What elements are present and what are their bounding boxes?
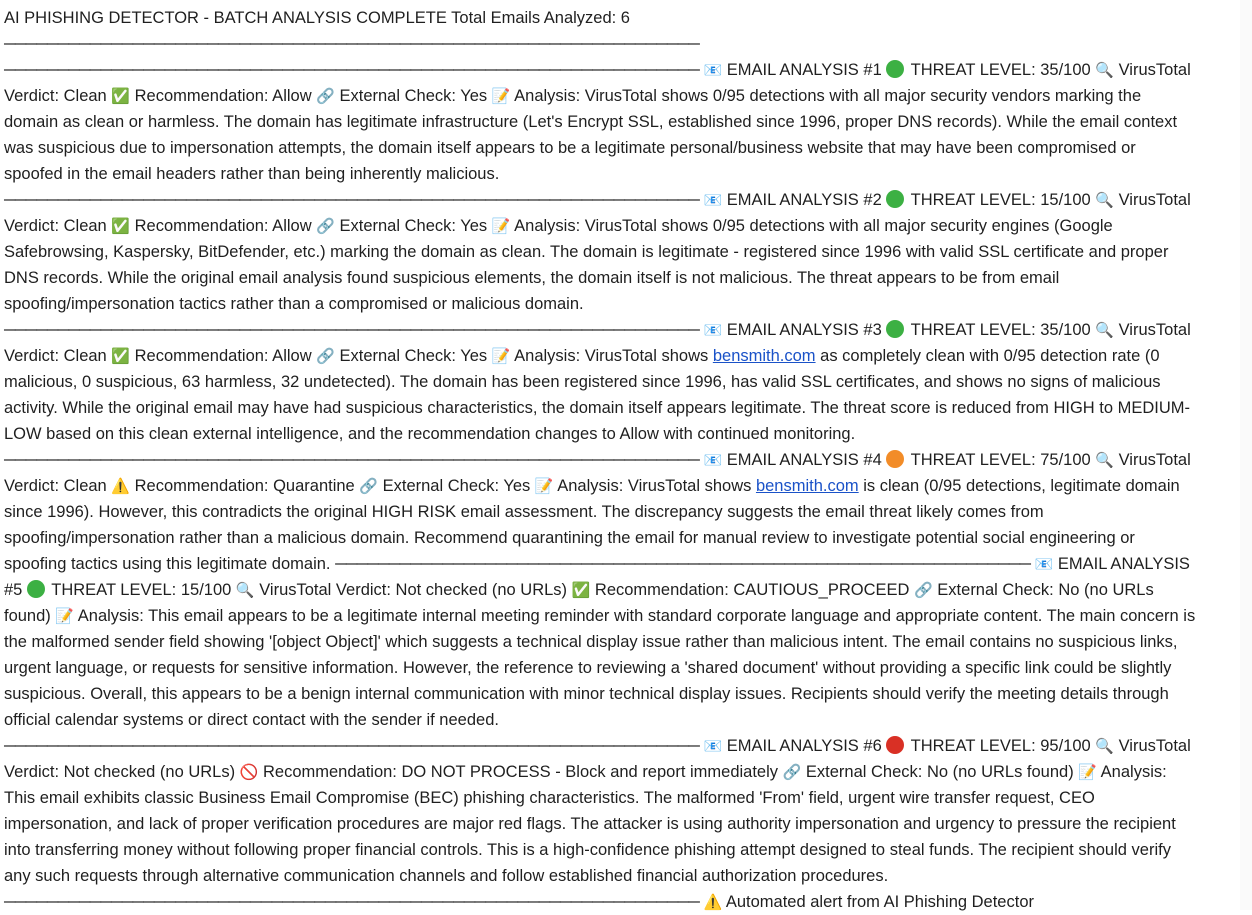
divider: ────────────────────────────────────────…: [4, 737, 700, 755]
link-icon: 🔗: [359, 477, 379, 495]
email-analyses: 📧 EMAIL ANALYSIS #1 THREAT LEVEL: 35/100…: [4, 60, 1195, 911]
recommendation: Recommendation: CAUTIOUS_PROCEED: [594, 581, 910, 599]
virustotal-verdict: VirusTotal Verdict: Not checked (no URLs…: [259, 581, 568, 599]
link-icon: 🔗: [316, 217, 335, 235]
email-analysis: ────────────────────────────────────────…: [4, 555, 1195, 729]
link-icon: 🔗: [782, 763, 802, 781]
analysis-text: Analysis: VirusTotal shows: [557, 477, 752, 495]
threat-level: THREAT LEVEL: 95/100: [910, 737, 1091, 755]
orange-circle-icon: [886, 450, 905, 468]
email-analysis: ────────────────────────────────────────…: [4, 190, 1191, 313]
analysis-text: Analysis: This email appears to be a leg…: [4, 607, 1196, 729]
green-circle-icon: [886, 60, 905, 78]
divider: ────────────────────────────────────────…: [4, 321, 700, 339]
memo-icon: 📝: [491, 87, 511, 105]
recommendation: Recommendation: Allow: [134, 347, 312, 365]
recommendation: Recommendation: DO NOT PROCESS - Block a…: [262, 763, 779, 781]
email-heading: EMAIL ANALYSIS #6: [726, 737, 882, 755]
email-analysis: 📧 EMAIL ANALYSIS #1 THREAT LEVEL: 35/100…: [4, 60, 1191, 183]
email-heading: EMAIL ANALYSIS #1: [726, 61, 882, 79]
link-icon: 🔗: [316, 347, 335, 365]
divider: ────────────────────────────────────────…: [4, 893, 700, 911]
link-icon: 🔗: [914, 581, 933, 599]
footer-text: Automated alert from AI Phishing Detecto…: [725, 893, 1034, 911]
warning-icon: ⚠️: [111, 477, 131, 495]
divider: ────────────────────────────────────────…: [335, 555, 1031, 573]
email-analysis: ────────────────────────────────────────…: [4, 736, 1191, 885]
envelope-icon: 📧: [703, 191, 723, 209]
recommendation: Recommendation: Allow: [134, 87, 312, 105]
magnifier-icon: 🔍: [1095, 61, 1114, 79]
prohibited-icon: 🚫: [239, 763, 259, 781]
domain-link[interactable]: bensmith.com: [713, 347, 816, 365]
divider: ────────────────────────────────────────…: [4, 35, 700, 53]
divider: ────────────────────────────────────────…: [4, 61, 700, 79]
threat-level: THREAT LEVEL: 35/100: [910, 321, 1091, 339]
memo-icon: 📝: [55, 607, 75, 625]
email-analysis: ────────────────────────────────────────…: [4, 320, 1191, 443]
report-title: AI PHISHING DETECTOR - BATCH ANALYSIS CO…: [4, 9, 447, 27]
check-mark-icon: ✅: [111, 217, 131, 235]
divider: ────────────────────────────────────────…: [4, 451, 700, 469]
memo-icon: 📝: [534, 477, 554, 495]
magnifier-icon: 🔍: [1095, 321, 1114, 339]
warning-icon: ⚠️: [703, 893, 723, 911]
external-check: External Check: Yes: [339, 217, 488, 235]
external-check: External Check: Yes: [382, 477, 531, 495]
green-circle-icon: [26, 580, 45, 598]
report-body: AI PHISHING DETECTOR - BATCH ANALYSIS CO…: [4, 5, 1196, 915]
green-circle-icon: [886, 320, 905, 338]
check-mark-icon: ✅: [111, 347, 131, 365]
magnifier-icon: 🔍: [235, 581, 255, 599]
threat-level: THREAT LEVEL: 35/100: [910, 61, 1091, 79]
total-emails-count: Total Emails Analyzed: 6: [451, 9, 630, 27]
magnifier-icon: 🔍: [1095, 191, 1114, 209]
memo-icon: 📝: [1078, 763, 1097, 781]
analysis-text: Analysis: VirusTotal shows: [514, 347, 709, 365]
email-heading: EMAIL ANALYSIS #3: [726, 321, 882, 339]
threat-level: THREAT LEVEL: 15/100: [910, 191, 1091, 209]
threat-level: THREAT LEVEL: 75/100: [910, 451, 1091, 469]
check-mark-icon: ✅: [571, 581, 591, 599]
recommendation: Recommendation: Quarantine: [134, 477, 355, 495]
check-mark-icon: ✅: [111, 87, 131, 105]
external-check: External Check: Yes: [339, 87, 488, 105]
link-icon: 🔗: [316, 87, 335, 105]
divider: ────────────────────────────────────────…: [4, 191, 700, 209]
email-heading: EMAIL ANALYSIS #2: [726, 191, 882, 209]
email-heading: EMAIL ANALYSIS #4: [726, 451, 882, 469]
scrollbar[interactable]: [1240, 0, 1252, 910]
domain-link[interactable]: bensmith.com: [756, 477, 859, 495]
magnifier-icon: 🔍: [1095, 451, 1114, 469]
envelope-icon: 📧: [703, 321, 723, 339]
envelope-icon: 📧: [1034, 555, 1054, 573]
envelope-icon: 📧: [703, 737, 723, 755]
recommendation: Recommendation: Allow: [134, 217, 312, 235]
external-check: External Check: Yes: [339, 347, 488, 365]
threat-level: THREAT LEVEL: 15/100: [51, 581, 232, 599]
analysis-text: Analysis: This email exhibits classic Bu…: [4, 763, 1176, 885]
envelope-icon: 📧: [703, 61, 723, 79]
envelope-icon: 📧: [703, 451, 723, 469]
magnifier-icon: 🔍: [1095, 737, 1114, 755]
green-circle-icon: [886, 190, 905, 208]
red-circle-icon: [886, 736, 905, 754]
memo-icon: 📝: [491, 347, 511, 365]
memo-icon: 📝: [491, 217, 511, 235]
external-check: External Check: No (no URLs found): [805, 763, 1074, 781]
